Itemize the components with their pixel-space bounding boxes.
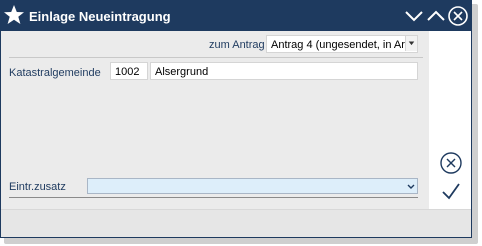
close-circle-icon[interactable]: [447, 5, 469, 27]
status-bar: [1, 209, 471, 237]
katastral-name-field[interactable]: Alsergrund: [150, 62, 418, 80]
katastral-label: Katastralgemeinde: [9, 67, 101, 79]
katastral-code-field[interactable]: 1002: [110, 62, 148, 80]
chevron-down-icon[interactable]: [405, 36, 417, 51]
chevron-down-icon[interactable]: [405, 179, 417, 194]
cancel-circle-icon[interactable]: [439, 151, 463, 175]
title-bar[interactable]: Einlage Neueintragung: [1, 1, 471, 31]
antrag-select[interactable]: Antrag 4 (ungesendet, in Arbe: [266, 35, 418, 53]
antrag-label: zum Antrag: [209, 39, 265, 51]
antrag-select-value: Antrag 4 (ungesendet, in Arbe: [271, 39, 418, 51]
checkmark-icon[interactable]: [439, 179, 463, 203]
eintrag-label: Eintr.zusatz: [9, 181, 66, 193]
section-divider: [9, 57, 423, 58]
form-area: zum Antrag Antrag 4 (ungesendet, in Arbe…: [1, 31, 429, 209]
chevron-down-icon[interactable]: [403, 5, 425, 27]
dialog-window: Einlage Neueintragung zum Antrag Antrag …: [0, 0, 472, 238]
eintrag-select[interactable]: [87, 178, 418, 194]
star-icon: [4, 5, 24, 24]
field-underline: [9, 197, 418, 198]
chevron-up-icon[interactable]: [425, 5, 447, 27]
window-title: Einlage Neueintragung: [29, 9, 171, 24]
action-panel: [429, 31, 471, 209]
